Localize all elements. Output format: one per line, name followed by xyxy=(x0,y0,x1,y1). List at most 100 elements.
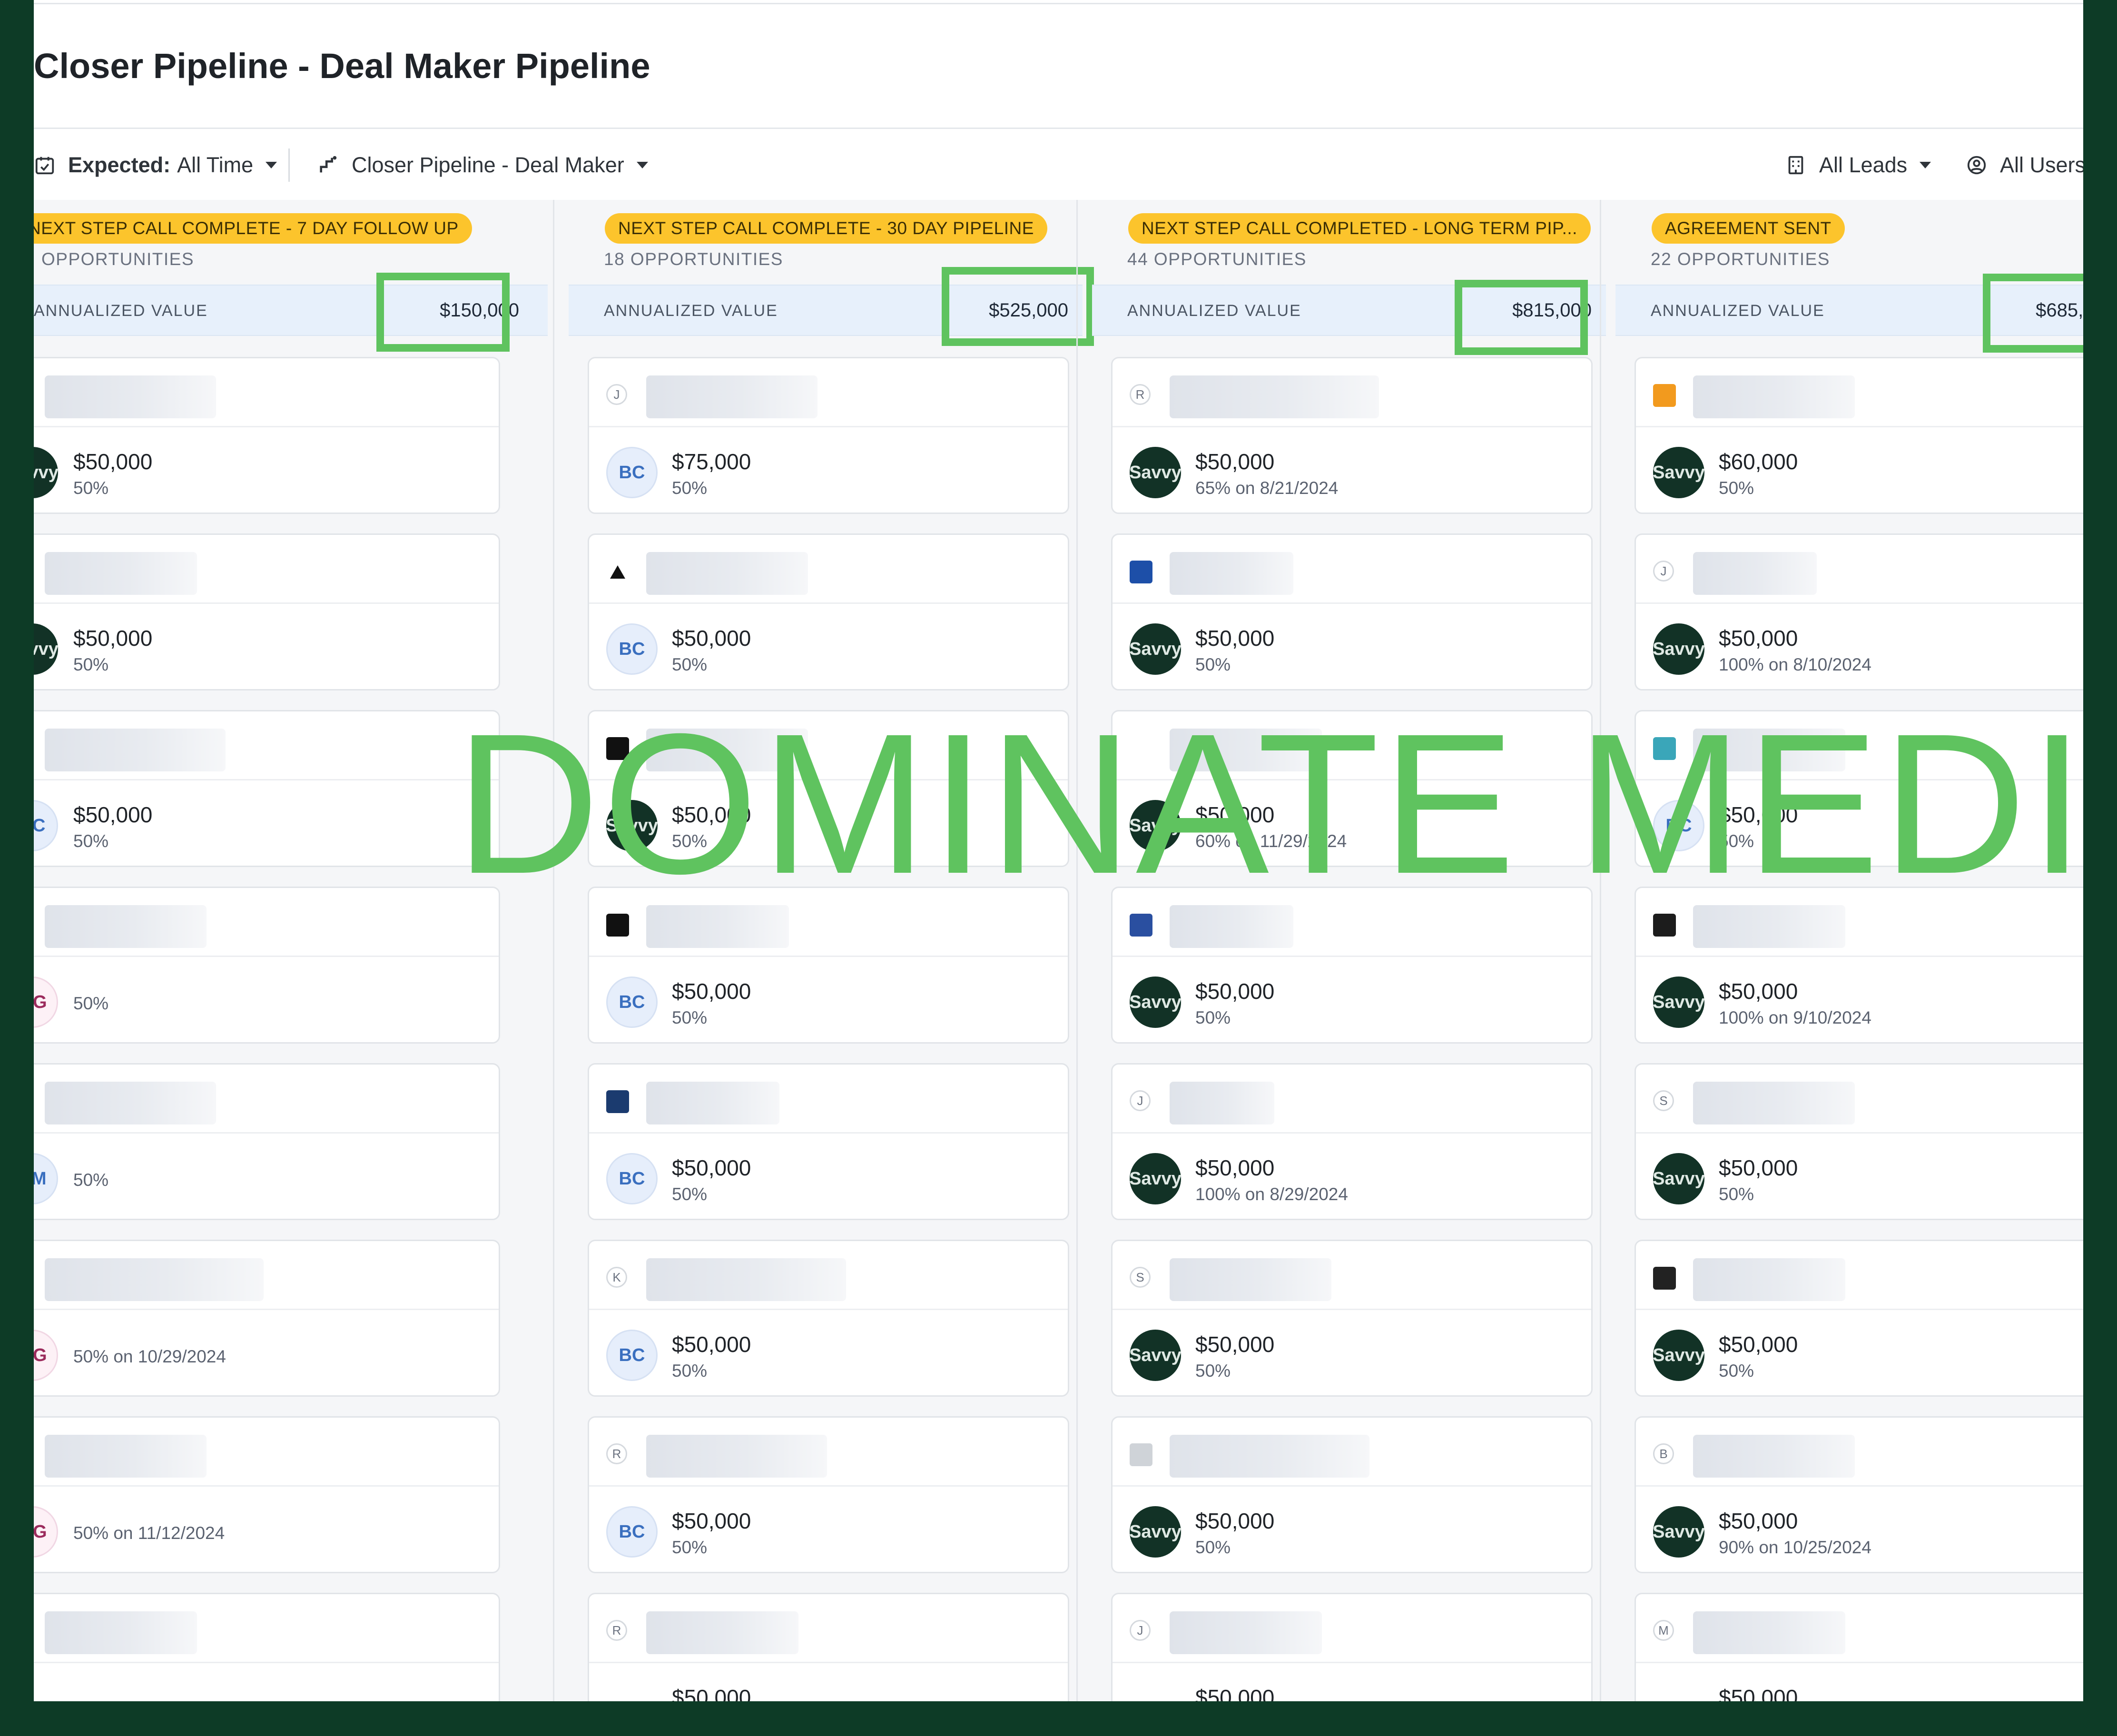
opportunity-card[interactable]: R $50,000 xyxy=(588,1593,1069,1701)
owner-logo-avatar[interactable]: Savvy xyxy=(1653,1330,1705,1381)
owner-logo-avatar[interactable]: Savvy xyxy=(1129,976,1182,1028)
owner-avatar[interactable]: MG xyxy=(34,976,58,1028)
card-lead-name[interactable]: Y xyxy=(34,535,499,604)
opportunity-card[interactable]: Savvy $50,000 50% xyxy=(1111,533,1593,690)
opportunity-card[interactable]: Savvy $50,000 100% on 9/10/2024 xyxy=(1635,887,2083,1044)
card-lead-name[interactable]: J xyxy=(1113,1594,1591,1663)
owner-logo-avatar[interactable]: Savvy xyxy=(1129,1153,1182,1204)
opportunity-card[interactable]: E MG 50% on 10/29/2024 xyxy=(34,1240,500,1397)
opportunity-card[interactable]: M BC $50,000 50% xyxy=(34,710,500,867)
stage-badge[interactable]: NEXT STEP CALL COMPLETED - LONG TERM PIP… xyxy=(1128,213,1591,244)
card-lead-name[interactable]: M xyxy=(1636,1594,2083,1663)
card-lead-name[interactable]: K xyxy=(589,1241,1068,1310)
opportunity-card[interactable]: J $50,000 xyxy=(1111,1593,1593,1701)
owner-avatar[interactable]: BC xyxy=(606,976,658,1028)
owner-avatar[interactable]: BC xyxy=(34,800,58,851)
card-lead-name[interactable]: K xyxy=(34,358,499,427)
owner-avatar[interactable]: BC xyxy=(606,1506,658,1558)
card-lead-name[interactable]: J xyxy=(34,1594,499,1663)
card-lead-name[interactable] xyxy=(1113,711,1591,780)
opportunity-card[interactable]: J Savvy $50,000 100% on 8/10/2024 xyxy=(1635,533,2083,690)
owner-logo-avatar[interactable]: Savvy xyxy=(34,623,59,675)
card-lead-name[interactable] xyxy=(34,1065,499,1134)
opportunity-card[interactable]: S Savvy $50,000 50% xyxy=(1111,1240,1593,1397)
opportunity-card[interactable]: W MG 50% on 11/12/2024 xyxy=(34,1416,500,1573)
opportunity-card[interactable]: Y Savvy $50,000 50% xyxy=(34,533,500,690)
opportunity-card[interactable]: B Savvy $50,000 90% on 10/25/2024 xyxy=(1635,1416,2083,1573)
card-lead-name[interactable]: J xyxy=(589,358,1068,427)
opportunity-card[interactable]: J BC $75,000 50% xyxy=(588,357,1069,514)
owner-logo-avatar[interactable]: Savvy xyxy=(1653,1506,1705,1558)
owner-logo-avatar[interactable]: Savvy xyxy=(34,447,59,498)
stage-badge[interactable]: AGREEMENT SENT xyxy=(1652,213,1845,244)
owner-avatar[interactable]: BC xyxy=(606,623,658,675)
card-lead-name[interactable] xyxy=(1113,888,1591,957)
owner-logo-avatar[interactable]: Savvy xyxy=(1129,800,1182,851)
card-lead-name[interactable] xyxy=(589,888,1068,957)
card-lead-name[interactable] xyxy=(1636,358,2083,427)
card-lead-name[interactable] xyxy=(589,1065,1068,1134)
opportunity-card[interactable]: J MG 50% xyxy=(34,887,500,1044)
owner-avatar[interactable]: BC xyxy=(606,1330,658,1381)
card-lead-name[interactable]: S xyxy=(1636,1065,2083,1134)
opportunity-card[interactable]: Savvy $50,000 50% xyxy=(588,710,1069,867)
opportunity-card[interactable]: BC $50,000 50% xyxy=(588,1063,1069,1220)
owner-avatar[interactable]: BC xyxy=(606,1153,658,1204)
owner-avatar[interactable]: MG xyxy=(34,1506,58,1558)
card-lead-name[interactable] xyxy=(1636,711,2083,780)
opportunity-card[interactable]: R BC $50,000 50% xyxy=(588,1416,1069,1573)
card-lead-name[interactable]: E xyxy=(34,1241,499,1310)
owner-logo-avatar[interactable]: Savvy xyxy=(1653,976,1705,1028)
card-lead-name[interactable]: W xyxy=(34,1418,499,1487)
card-lead-name[interactable]: J xyxy=(1636,535,2083,604)
owner-avatar[interactable]: BC xyxy=(606,447,658,498)
card-lead-name[interactable] xyxy=(1636,1241,2083,1310)
card-lead-name[interactable]: R xyxy=(1113,358,1591,427)
opportunity-card[interactable]: BC $50,000 50% xyxy=(1635,710,2083,867)
card-lead-name[interactable] xyxy=(1636,888,2083,957)
opportunity-card[interactable]: Savvy $60,000 50% xyxy=(1635,357,2083,514)
opportunity-card[interactable]: M $50,000 xyxy=(1635,1593,2083,1701)
owner-avatar[interactable]: BM xyxy=(34,1153,58,1204)
owner-logo-avatar[interactable]: Savvy xyxy=(1129,1506,1182,1558)
users-filter[interactable]: All Users xyxy=(1966,148,2083,182)
owner-avatar[interactable]: MG xyxy=(34,1330,58,1381)
opportunity-card[interactable]: R Savvy $50,000 65% on 8/21/2024 xyxy=(1111,357,1593,514)
stage-badge[interactable]: NEXT STEP CALL COMPLETE - 7 DAY FOLLOW U… xyxy=(34,213,472,244)
card-lead-name[interactable]: B xyxy=(1636,1418,2083,1487)
opportunity-card[interactable]: Savvy $50,000 60% on 11/29/2024 xyxy=(1111,710,1593,867)
card-lead-name[interactable] xyxy=(589,535,1068,604)
opportunity-card[interactable]: K BC $50,000 50% xyxy=(588,1240,1069,1397)
opportunity-card[interactable]: Savvy $50,000 50% xyxy=(1111,887,1593,1044)
card-lead-name[interactable]: S xyxy=(1113,1241,1591,1310)
owner-logo-avatar[interactable]: Savvy xyxy=(606,800,658,851)
stage-badge[interactable]: NEXT STEP CALL COMPLETE - 30 DAY PIPELIN… xyxy=(605,213,1047,244)
pipeline-filter[interactable]: Closer Pipeline - Deal Maker xyxy=(317,148,648,182)
opportunity-card[interactable]: Savvy $50,000 50% xyxy=(1111,1416,1593,1573)
opportunity-card[interactable]: BC $50,000 50% xyxy=(588,533,1069,690)
card-lead-name[interactable]: J xyxy=(34,888,499,957)
opportunity-card[interactable]: BC $50,000 50% xyxy=(588,887,1069,1044)
expected-filter[interactable]: Expected: All Time xyxy=(34,148,277,182)
opportunity-card[interactable]: J Savvy $50,000 100% on 8/29/2024 xyxy=(1111,1063,1593,1220)
owner-logo-avatar[interactable]: Savvy xyxy=(1653,1153,1705,1204)
owner-avatar[interactable]: BC xyxy=(1653,800,1704,851)
card-lead-name[interactable]: J xyxy=(1113,1065,1591,1134)
opportunity-card[interactable]: S Savvy $50,000 50% xyxy=(1635,1063,2083,1220)
card-lead-name[interactable]: M xyxy=(34,711,499,780)
owner-logo-avatar[interactable]: Savvy xyxy=(1129,1330,1182,1381)
card-lead-name[interactable] xyxy=(589,711,1068,780)
leads-filter[interactable]: All Leads xyxy=(1785,148,1931,182)
opportunity-card[interactable]: J xyxy=(34,1593,500,1701)
owner-logo-avatar[interactable]: Savvy xyxy=(1129,447,1182,498)
card-lead-name[interactable]: R xyxy=(589,1594,1068,1663)
card-lead-name[interactable] xyxy=(1113,1418,1591,1487)
opportunity-card[interactable]: BM 50% xyxy=(34,1063,500,1220)
owner-logo-avatar[interactable]: Savvy xyxy=(1653,447,1705,498)
card-lead-name[interactable] xyxy=(1113,535,1591,604)
opportunity-card[interactable]: Savvy $50,000 50% xyxy=(1635,1240,2083,1397)
card-lead-name[interactable]: R xyxy=(589,1418,1068,1487)
owner-logo-avatar[interactable]: Savvy xyxy=(1653,623,1705,675)
opportunity-card[interactable]: K Savvy $50,000 50% xyxy=(34,357,500,514)
owner-logo-avatar[interactable]: Savvy xyxy=(1129,623,1182,675)
